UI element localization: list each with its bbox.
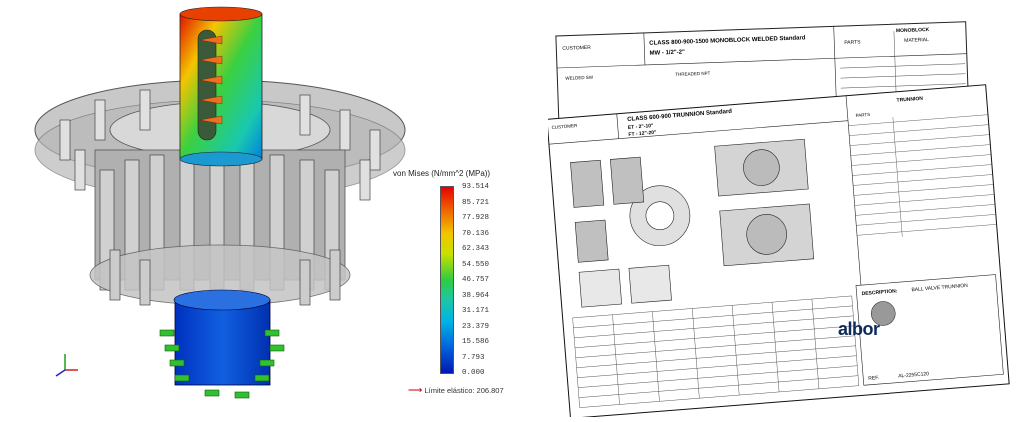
legend-tick: 31.171 — [462, 307, 490, 315]
yield-label: Límite elástico: 206.807 — [424, 386, 504, 395]
front-ref-label: REF. — [868, 375, 879, 382]
legend-tick: 15.586 — [462, 338, 490, 346]
legend-tick: 62.343 — [462, 245, 490, 253]
coordinate-axes-icon — [55, 354, 78, 377]
legend-tick: 46.757 — [462, 276, 490, 284]
yield-arrow-icon: ⟶ — [408, 385, 423, 396]
legend-colorbar — [440, 186, 454, 374]
sheet-trunnion: CUSTOMER CLASS 600-900 TRUNNION Standard… — [546, 84, 1010, 419]
legend-ticks: 93.514 85.721 77.928 70.136 62.343 54.55… — [462, 183, 522, 379]
yield-limit: ⟶ Límite elástico: 206.807 — [408, 385, 504, 396]
back-welded-label: WELDED SW — [565, 75, 594, 81]
back-parts-label: PARTS — [844, 39, 861, 46]
back-material-label: MATERIAL — [904, 37, 929, 44]
legend-tick: 70.136 — [462, 229, 490, 238]
technical-drawings-panel: CUSTOMER CLASS 800-900-1500 MONOBLOCK WE… — [546, 0, 1024, 419]
back-monoblock-label: MONOBLOCK — [896, 27, 930, 34]
back-customer-label: CUSTOMER — [562, 45, 591, 52]
legend-tick: 7.793 — [462, 353, 485, 362]
legend-tick: 38.964 — [462, 291, 490, 300]
legend-tick: 77.928 — [462, 214, 490, 222]
drawing-sheets: CUSTOMER CLASS 800-900-1500 MONOBLOCK WE… — [546, 21, 1010, 419]
legend-title: von Mises (N/mm^2 (MPa)) — [393, 169, 491, 178]
fea-model-image — [34, 6, 406, 399]
legend-tick: 85.721 — [462, 198, 490, 207]
legend-tick: 54.550 — [462, 260, 490, 269]
legend-tick: 23.379 — [462, 322, 490, 331]
albor-logo: albor — [838, 319, 880, 339]
legend-tick: 0.000 — [462, 369, 485, 377]
back-subtitle: MW - 1/2"-2" — [649, 50, 685, 57]
fea-render-panel: von Mises (N/mm^2 (MPa)) 93.514 85.721 7… — [0, 0, 540, 417]
legend-tick: 93.514 — [462, 183, 490, 191]
